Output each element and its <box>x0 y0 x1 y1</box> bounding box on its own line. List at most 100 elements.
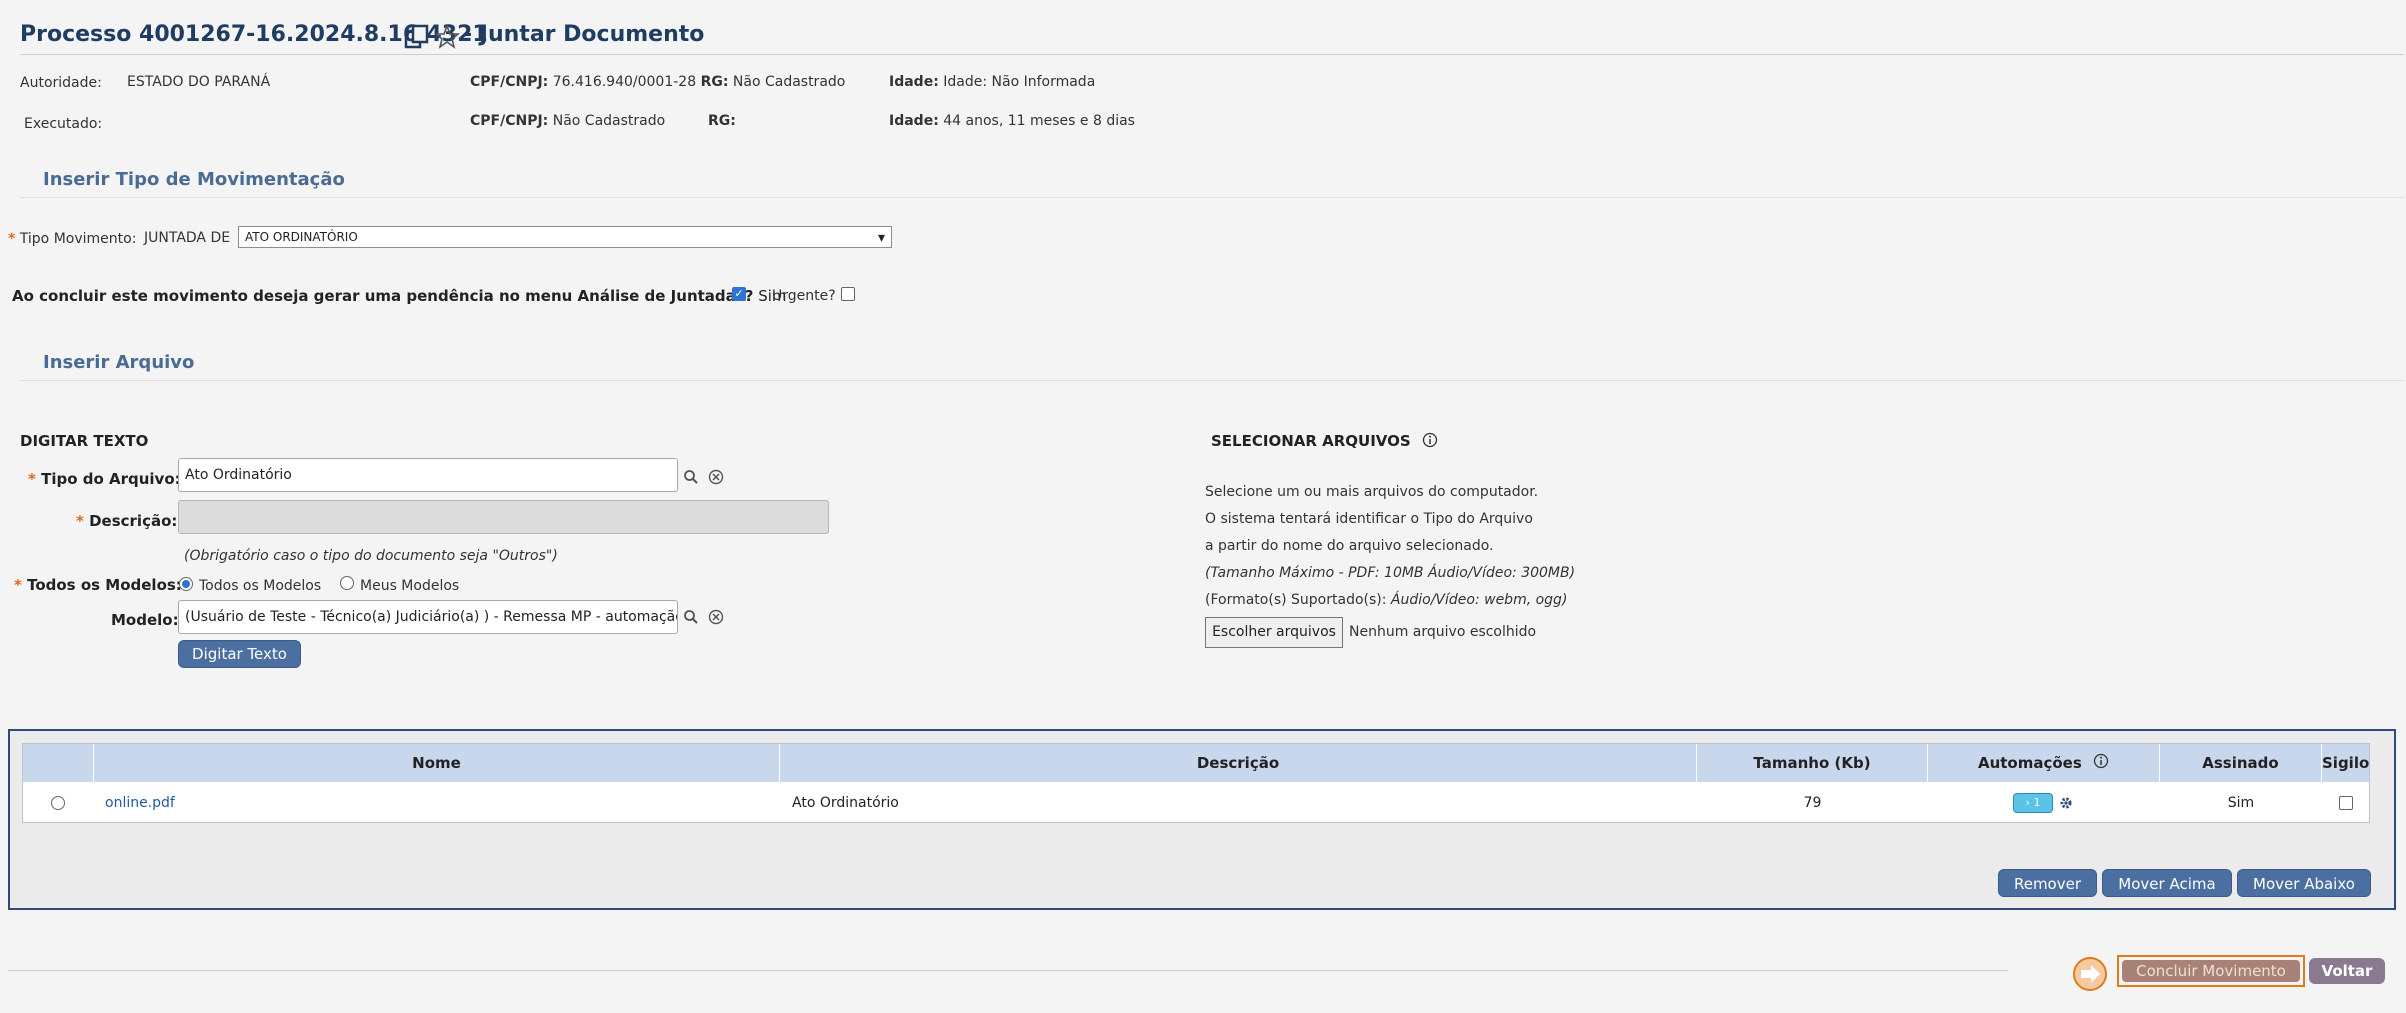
radio-meus-modelos[interactable] <box>340 576 354 590</box>
chevron-right-icon: › <box>2025 796 2030 809</box>
gear-icon[interactable] <box>2058 795 2074 811</box>
rg-value: Não Cadastrado <box>732 74 846 90</box>
clear-icon[interactable] <box>707 609 725 627</box>
copy-icon[interactable] <box>404 24 430 50</box>
todos-modelos-label: * Todos os Modelos: <box>14 576 182 594</box>
executado-rg-label: RG: <box>708 113 736 129</box>
executado-label: Executado: <box>24 116 103 132</box>
clear-icon[interactable] <box>707 469 725 487</box>
th-automacoes-text: Automações <box>1977 754 2082 772</box>
info-icon[interactable] <box>2093 745 2109 783</box>
required-marker: * <box>8 231 16 247</box>
digitar-texto-button[interactable]: Digitar Texto <box>178 640 301 668</box>
file-descricao: Ato Ordinatório <box>792 795 899 811</box>
sel-line-5: (Formato(s) Suportado(s): Áudio/Vídeo: w… <box>1205 592 1567 608</box>
th-descricao: Descrição <box>780 744 1697 782</box>
pendencia-question: Ao concluir este movimento deseja gerar … <box>12 287 754 305</box>
tipo-arquivo-label: * Tipo do Arquivo: <box>28 470 181 488</box>
concluir-movimento-button[interactable]: Concluir Movimento <box>2117 955 2305 987</box>
urgente-label: Urgente? <box>772 288 836 304</box>
section-divider <box>20 197 2404 198</box>
descricao-input <box>178 500 829 534</box>
todos-modelos-text: Todos os Modelos: <box>27 576 182 594</box>
radio-meus-label: Meus Modelos <box>360 578 460 594</box>
star-icon[interactable] <box>433 23 461 50</box>
section-divider <box>20 380 2404 381</box>
remover-button[interactable]: Remover <box>1998 869 2097 897</box>
sel-line-5-prefix: (Formato(s) Suportado(s): <box>1205 592 1387 608</box>
idade-value: 44 anos, 11 meses e 8 dias <box>943 113 1135 129</box>
modelo-label: Modelo: <box>111 611 179 629</box>
descricao-label: * Descrição: <box>76 512 177 530</box>
cpf-value: 76.416.940/0001-28 <box>552 74 697 90</box>
arrow-right-icon <box>2072 956 2108 992</box>
selecionar-arquivos-title: SELECIONAR ARQUIVOS <box>1211 432 1411 450</box>
selecionar-arquivos-text: SELECIONAR ARQUIVOS <box>1211 432 1411 450</box>
required-marker: * <box>28 470 36 488</box>
idade-label: Idade: <box>889 113 939 129</box>
file-name-link[interactable]: online.pdf <box>105 783 175 823</box>
concluir-movimento-label: Concluir Movimento <box>2122 960 2300 982</box>
th-select <box>23 744 94 782</box>
th-nome: Nome <box>94 744 780 782</box>
mover-abaixo-button[interactable]: Mover Abaixo <box>2237 869 2371 897</box>
tipo-movimento-prefix: JUNTADA DE <box>144 230 231 246</box>
required-marker: * <box>76 512 84 530</box>
mover-acima-button[interactable]: Mover Acima <box>2102 869 2232 897</box>
automacoes-badge[interactable]: › 1 <box>2013 793 2053 813</box>
th-automacoes: Automações <box>1928 744 2160 782</box>
required-marker: * <box>14 576 22 594</box>
tipo-movimento-text: Tipo Movimento: <box>19 231 137 247</box>
autoridade-cpf: CPF/CNPJ: 76.416.940/0001-28 RG: Não Cad… <box>470 74 845 90</box>
cpf-label: CPF/CNPJ: <box>470 113 549 129</box>
voltar-button[interactable]: Voltar <box>2309 958 2385 984</box>
page-title-suffix: - Juntar Documento <box>463 22 705 47</box>
autoridade-value: ESTADO DO PARANÁ <box>127 74 271 90</box>
file-tamanho: 79 <box>1803 795 1822 811</box>
info-icon[interactable] <box>1422 432 1438 448</box>
sel-line-2: O sistema tentará identificar o Tipo do … <box>1205 511 1533 527</box>
idade-value: Idade: Não Informada <box>943 74 1096 90</box>
idade-label: Idade: <box>889 74 939 90</box>
cpf-label: CPF/CNPJ: <box>470 74 549 90</box>
descricao-hint: (Obrigatório caso o tipo do documento se… <box>184 548 558 564</box>
executado-idade: Idade: 44 anos, 11 meses e 8 dias <box>889 113 1135 129</box>
row-select-radio[interactable] <box>51 796 65 810</box>
tipo-movimento-select[interactable]: ATO ORDINATÓRIO ▾ <box>238 226 892 248</box>
section-title-movimentacao: Inserir Tipo de Movimentação <box>43 169 345 190</box>
tipo-movimento-value: ATO ORDINATÓRIO <box>245 230 358 244</box>
nenhum-arquivo-text: Nenhum arquivo escolhido <box>1349 624 1537 640</box>
th-tamanho: Tamanho (Kb) <box>1697 744 1928 782</box>
sim-checkbox[interactable]: ✓ <box>732 287 746 301</box>
sel-line-4: (Tamanho Máximo - PDF: 10MB Áudio/Vídeo:… <box>1205 565 1576 581</box>
sel-line-1: Selecione um ou mais arquivos do computa… <box>1205 484 1539 500</box>
descricao-text: Descrição: <box>89 512 178 530</box>
rg-label: RG: <box>700 74 729 90</box>
executado-cpf: CPF/CNPJ: Não Cadastrado <box>470 113 665 129</box>
pendencia-row: Ao concluir este movimento deseja gerar … <box>12 287 787 305</box>
sigilo-checkbox[interactable] <box>2339 796 2353 810</box>
escolher-arquivos-button[interactable]: Escolher arquivos <box>1205 617 1343 648</box>
search-icon[interactable] <box>682 469 700 487</box>
header-divider <box>20 54 2404 55</box>
radio-todos-modelos[interactable] <box>179 577 193 591</box>
tipo-arquivo-text: Tipo do Arquivo: <box>41 470 181 488</box>
tipo-arquivo-input[interactable]: Ato Ordinatório <box>178 458 678 492</box>
cpf-value: Não Cadastrado <box>552 113 666 129</box>
footer-divider <box>8 970 2008 971</box>
modelo-input[interactable]: (Usuário de Teste - Técnico(a) Judiciári… <box>178 600 678 634</box>
search-icon[interactable] <box>682 609 700 627</box>
file-assinado: Sim <box>2227 795 2255 811</box>
tipo-movimento-label: * Tipo Movimento: <box>8 231 136 247</box>
radio-todos-label: Todos os Modelos <box>199 578 322 594</box>
th-sigilo: Sigilo <box>2322 744 2369 782</box>
section-title-arquivo: Inserir Arquivo <box>43 352 195 373</box>
urgente-checkbox[interactable] <box>841 287 855 301</box>
digitar-texto-title: DIGITAR TEXTO <box>20 432 149 450</box>
files-table: Nome Descrição Tamanho (Kb) Automações A… <box>22 743 2370 823</box>
automacoes-count: 1 <box>2033 796 2041 809</box>
sel-line-3: a partir do nome do arquivo selecionado. <box>1205 538 1494 554</box>
th-assinado: Assinado <box>2160 744 2322 782</box>
autoridade-idade: Idade: Idade: Não Informada <box>889 74 1095 90</box>
sel-line-5-value: Áudio/Vídeo: webm, ogg) <box>1390 592 1568 608</box>
